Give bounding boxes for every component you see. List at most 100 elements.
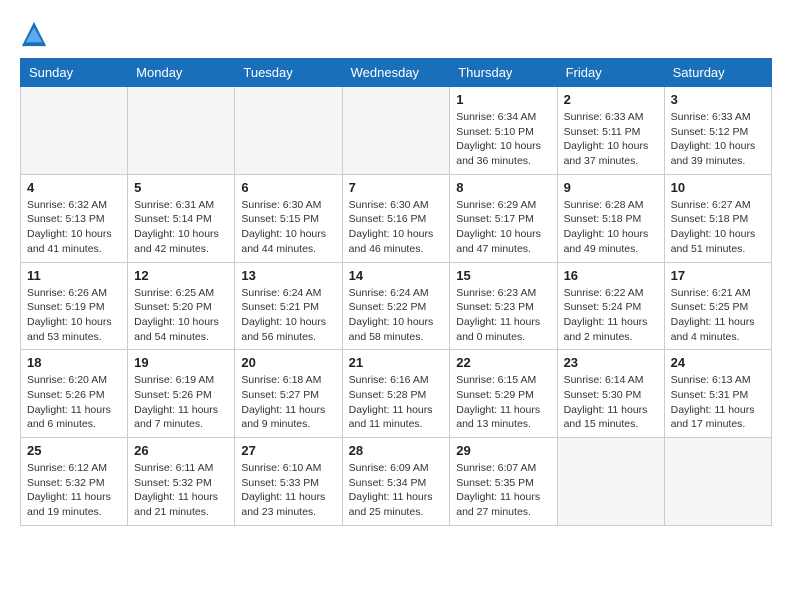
day-number: 24 [671, 355, 765, 370]
day-number: 6 [241, 180, 335, 195]
calendar-cell: 8 Sunrise: 6:29 AMSunset: 5:17 PMDaylight… [450, 174, 557, 262]
day-number: 15 [456, 268, 550, 283]
calendar-cell: 7 Sunrise: 6:30 AMSunset: 5:16 PMDaylight… [342, 174, 450, 262]
day-number: 18 [27, 355, 121, 370]
calendar-cell: 11 Sunrise: 6:26 AMSunset: 5:19 PMDayligh… [21, 262, 128, 350]
day-info: Sunrise: 6:26 AMSunset: 5:19 PMDaylight:… [27, 286, 121, 345]
day-info: Sunrise: 6:30 AMSunset: 5:15 PMDaylight:… [241, 198, 335, 257]
calendar-cell: 24Sunrise: 6:13 AMSunset: 5:31 PMDayligh… [664, 350, 771, 438]
day-info: Sunrise: 6:29 AMSunset: 5:17 PMDaylight:… [456, 198, 550, 257]
calendar-cell: 9 Sunrise: 6:28 AMSunset: 5:18 PMDaylight… [557, 174, 664, 262]
day-info: Sunrise: 6:19 AMSunset: 5:26 PMDaylight:… [134, 373, 228, 432]
calendar-cell: 17 Sunrise: 6:21 AMSunset: 5:25 PMDayligh… [664, 262, 771, 350]
day-info: Sunrise: 6:23 AMSunset: 5:23 PMDaylight:… [456, 286, 550, 345]
calendar-cell: 26 Sunrise: 6:11 AMSunset: 5:32 PMDayligh… [128, 438, 235, 526]
day-info: Sunrise: 6:07 AMSunset: 5:35 PMDaylight:… [456, 461, 550, 520]
day-number: 23 [564, 355, 658, 370]
day-info: Sunrise: 6:09 AMSunset: 5:34 PMDaylight:… [349, 461, 444, 520]
day-number: 12 [134, 268, 228, 283]
day-number: 20 [241, 355, 335, 370]
day-info: Sunrise: 6:24 AMSunset: 5:21 PMDaylight:… [241, 286, 335, 345]
calendar-header-tuesday: Tuesday [235, 59, 342, 87]
calendar-cell [664, 438, 771, 526]
calendar-cell: 3 Sunrise: 6:33 AMSunset: 5:12 PMDaylight… [664, 87, 771, 175]
calendar-cell: 14 Sunrise: 6:24 AMSunset: 5:22 PMDayligh… [342, 262, 450, 350]
calendar-week-row: 25 Sunrise: 6:12 AMSunset: 5:32 PMDayligh… [21, 438, 772, 526]
day-number: 4 [27, 180, 121, 195]
calendar-cell: 27 Sunrise: 6:10 AMSunset: 5:33 PMDayligh… [235, 438, 342, 526]
calendar-week-row: 1Sunrise: 6:34 AMSunset: 5:10 PMDaylight… [21, 87, 772, 175]
day-info: Sunrise: 6:24 AMSunset: 5:22 PMDaylight:… [349, 286, 444, 345]
calendar-cell: 1Sunrise: 6:34 AMSunset: 5:10 PMDaylight… [450, 87, 557, 175]
day-info: Sunrise: 6:33 AMSunset: 5:11 PMDaylight:… [564, 110, 658, 169]
day-info: Sunrise: 6:25 AMSunset: 5:20 PMDaylight:… [134, 286, 228, 345]
day-number: 7 [349, 180, 444, 195]
day-number: 17 [671, 268, 765, 283]
calendar-header-saturday: Saturday [664, 59, 771, 87]
calendar-header-sunday: Sunday [21, 59, 128, 87]
calendar-header-row: SundayMondayTuesdayWednesdayThursdayFrid… [21, 59, 772, 87]
day-number: 28 [349, 443, 444, 458]
calendar-cell: 29 Sunrise: 6:07 AMSunset: 5:35 PMDayligh… [450, 438, 557, 526]
day-info: Sunrise: 6:11 AMSunset: 5:32 PMDaylight:… [134, 461, 228, 520]
calendar-week-row: 18 Sunrise: 6:20 AMSunset: 5:26 PMDayligh… [21, 350, 772, 438]
calendar-cell [235, 87, 342, 175]
logo [20, 20, 52, 48]
day-info: Sunrise: 6:21 AMSunset: 5:25 PMDaylight:… [671, 286, 765, 345]
day-number: 2 [564, 92, 658, 107]
day-info: Sunrise: 6:15 AMSunset: 5:29 PMDaylight:… [456, 373, 550, 432]
logo-icon [20, 20, 48, 48]
day-info: Sunrise: 6:30 AMSunset: 5:16 PMDaylight:… [349, 198, 444, 257]
day-info: Sunrise: 6:20 AMSunset: 5:26 PMDaylight:… [27, 373, 121, 432]
calendar-cell [128, 87, 235, 175]
calendar-cell [557, 438, 664, 526]
day-info: Sunrise: 6:12 AMSunset: 5:32 PMDaylight:… [27, 461, 121, 520]
day-number: 19 [134, 355, 228, 370]
day-info: Sunrise: 6:28 AMSunset: 5:18 PMDaylight:… [564, 198, 658, 257]
calendar-cell: 2 Sunrise: 6:33 AMSunset: 5:11 PMDaylight… [557, 87, 664, 175]
calendar-cell: 25 Sunrise: 6:12 AMSunset: 5:32 PMDayligh… [21, 438, 128, 526]
day-info: Sunrise: 6:33 AMSunset: 5:12 PMDaylight:… [671, 110, 765, 169]
day-number: 11 [27, 268, 121, 283]
calendar-cell: 20 Sunrise: 6:18 AMSunset: 5:27 PMDayligh… [235, 350, 342, 438]
day-number: 3 [671, 92, 765, 107]
calendar-week-row: 11 Sunrise: 6:26 AMSunset: 5:19 PMDayligh… [21, 262, 772, 350]
day-number: 14 [349, 268, 444, 283]
calendar-cell: 10Sunrise: 6:27 AMSunset: 5:18 PMDayligh… [664, 174, 771, 262]
day-number: 27 [241, 443, 335, 458]
calendar-cell: 28 Sunrise: 6:09 AMSunset: 5:34 PMDayligh… [342, 438, 450, 526]
day-number: 16 [564, 268, 658, 283]
calendar-cell [342, 87, 450, 175]
day-info: Sunrise: 6:31 AMSunset: 5:14 PMDaylight:… [134, 198, 228, 257]
calendar-table: SundayMondayTuesdayWednesdayThursdayFrid… [20, 58, 772, 526]
calendar-header-thursday: Thursday [450, 59, 557, 87]
day-number: 8 [456, 180, 550, 195]
calendar-cell: 22 Sunrise: 6:15 AMSunset: 5:29 PMDayligh… [450, 350, 557, 438]
day-info: Sunrise: 6:14 AMSunset: 5:30 PMDaylight:… [564, 373, 658, 432]
calendar-header-friday: Friday [557, 59, 664, 87]
calendar-cell: 13Sunrise: 6:24 AMSunset: 5:21 PMDayligh… [235, 262, 342, 350]
calendar-cell: 21Sunrise: 6:16 AMSunset: 5:28 PMDayligh… [342, 350, 450, 438]
day-number: 9 [564, 180, 658, 195]
day-number: 26 [134, 443, 228, 458]
calendar-cell: 23 Sunrise: 6:14 AMSunset: 5:30 PMDayligh… [557, 350, 664, 438]
calendar-cell: 18 Sunrise: 6:20 AMSunset: 5:26 PMDayligh… [21, 350, 128, 438]
calendar-cell: 19 Sunrise: 6:19 AMSunset: 5:26 PMDayligh… [128, 350, 235, 438]
day-info: Sunrise: 6:10 AMSunset: 5:33 PMDaylight:… [241, 461, 335, 520]
day-info: Sunrise: 6:16 AMSunset: 5:28 PMDaylight:… [349, 373, 444, 432]
page-header [20, 20, 772, 48]
calendar-cell: 4Sunrise: 6:32 AMSunset: 5:13 PMDaylight… [21, 174, 128, 262]
day-number: 22 [456, 355, 550, 370]
day-info: Sunrise: 6:34 AMSunset: 5:10 PMDaylight:… [456, 110, 550, 169]
calendar-cell: 6 Sunrise: 6:30 AMSunset: 5:15 PMDaylight… [235, 174, 342, 262]
calendar-header-wednesday: Wednesday [342, 59, 450, 87]
day-info: Sunrise: 6:22 AMSunset: 5:24 PMDaylight:… [564, 286, 658, 345]
calendar-cell: 16 Sunrise: 6:22 AMSunset: 5:24 PMDayligh… [557, 262, 664, 350]
day-info: Sunrise: 6:18 AMSunset: 5:27 PMDaylight:… [241, 373, 335, 432]
day-number: 25 [27, 443, 121, 458]
calendar-cell [21, 87, 128, 175]
day-number: 29 [456, 443, 550, 458]
day-info: Sunrise: 6:27 AMSunset: 5:18 PMDaylight:… [671, 198, 765, 257]
calendar-cell: 15 Sunrise: 6:23 AMSunset: 5:23 PMDayligh… [450, 262, 557, 350]
day-number: 5 [134, 180, 228, 195]
